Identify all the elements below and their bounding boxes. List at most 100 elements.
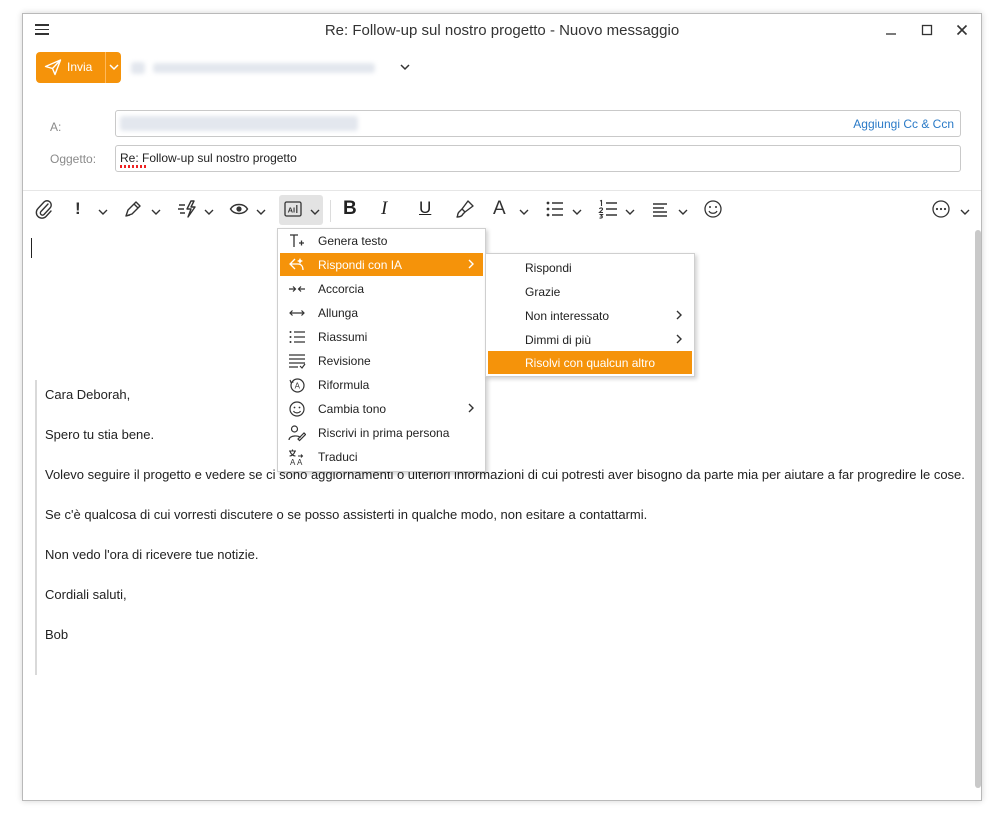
bold-icon: B: [343, 198, 357, 219]
first-person-icon: [288, 425, 306, 442]
to-field[interactable]: Aggiungi Cc & Ccn: [115, 110, 961, 137]
submenu-item-resolve-with-someone-else[interactable]: Risolvi con qualcun altro: [488, 351, 692, 374]
reply-ai-icon: [289, 258, 304, 271]
read-receipt-dropdown[interactable]: [256, 204, 266, 219]
signature-dropdown[interactable]: [151, 204, 161, 219]
signature-button[interactable]: [123, 199, 143, 221]
chevron-right-icon: [676, 334, 682, 344]
priority-icon: !: [75, 199, 81, 218]
add-cc-bcc-link[interactable]: Aggiungi Cc & Ccn: [853, 117, 954, 131]
quick-parts-dropdown[interactable]: [204, 204, 214, 219]
send-button-group: Invia: [36, 52, 121, 83]
text-caret: [31, 238, 32, 258]
menu-item-first-person[interactable]: Riscrivi in prima persona: [280, 421, 483, 444]
align-button[interactable]: [651, 199, 671, 221]
title-bar: Re: Follow-up sul nostro progetto - Nuov…: [23, 14, 981, 46]
menu-item-lengthen[interactable]: Allunga: [280, 301, 483, 324]
bullets-icon: [546, 201, 563, 217]
reply-ai-submenu: Rispondi Grazie Non interessato Dimmi di…: [485, 253, 695, 377]
toolbar-separator: [330, 200, 331, 222]
chevron-down-icon: [109, 64, 119, 71]
minimize-button[interactable]: [876, 18, 906, 42]
more-options-dropdown[interactable]: [960, 204, 970, 219]
pen-icon: [125, 201, 141, 217]
chevron-down-icon: [572, 209, 582, 215]
submenu-item-thanks[interactable]: Grazie: [488, 280, 692, 303]
subject-field[interactable]: Re: Follow-up sul nostro progetto: [115, 145, 961, 172]
chevron-down-icon: [310, 209, 320, 215]
priority-button[interactable]: !: [75, 199, 81, 221]
body-paragraph: Se c'è qualcosa di cui vorresti discuter…: [45, 507, 648, 522]
font-button[interactable]: A: [493, 198, 506, 220]
body-paragraph: Non vedo l'ora di ricevere tue notizie.: [45, 547, 259, 562]
send-options-dropdown[interactable]: [105, 52, 122, 83]
more-options-button[interactable]: [931, 199, 951, 221]
submenu-item-not-interested[interactable]: Non interessato: [488, 304, 692, 327]
read-receipt-button[interactable]: [229, 199, 249, 221]
menu-item-translate[interactable]: AA Traduci: [280, 445, 483, 468]
ai-assistant-button[interactable]: AI: [283, 199, 303, 221]
submenu-item-reply[interactable]: Rispondi: [488, 256, 692, 279]
send-button[interactable]: Invia: [36, 52, 105, 83]
numbered-list-button[interactable]: [598, 199, 618, 221]
brush-icon: [456, 200, 474, 218]
svg-text:A: A: [297, 458, 303, 466]
font-dropdown[interactable]: [519, 204, 529, 219]
chevron-down-icon: [256, 209, 266, 215]
svg-text:A: A: [295, 382, 301, 391]
menu-item-review[interactable]: Revisione: [280, 349, 483, 372]
body-paragraph: Bob: [45, 627, 69, 642]
maximize-button[interactable]: [912, 18, 942, 42]
underline-icon: U: [419, 198, 432, 217]
submenu-item-tell-me-more[interactable]: Dimmi di più: [488, 328, 692, 351]
svg-text:AI: AI: [288, 206, 296, 215]
emoji-button[interactable]: [703, 199, 723, 221]
quick-parts-button[interactable]: [176, 199, 198, 221]
bullet-list-dropdown[interactable]: [572, 204, 582, 219]
chevron-right-icon: [468, 403, 474, 413]
chevron-down-icon: [678, 209, 688, 215]
close-button[interactable]: [947, 18, 977, 42]
menu-item-summarize[interactable]: Riassumi: [280, 325, 483, 348]
format-painter-button[interactable]: [455, 199, 475, 221]
ai-menu: Genera testo Rispondi con IA Accorcia Al…: [277, 228, 486, 472]
underline-button[interactable]: U: [419, 198, 431, 220]
menu-item-change-tone[interactable]: Cambia tono: [280, 397, 483, 420]
priority-dropdown[interactable]: [98, 204, 108, 219]
body-paragraph: Volevo seguire il progetto e vedere se c…: [45, 467, 965, 482]
vertical-scrollbar[interactable]: [975, 230, 981, 788]
svg-text:A: A: [290, 458, 296, 466]
chevron-down-icon: [98, 209, 108, 215]
sender-dropdown[interactable]: [399, 61, 411, 76]
ai-assistant-dropdown[interactable]: [310, 204, 320, 219]
body-paragraph: Spero tu stia bene.: [45, 427, 155, 442]
formatting-toolbar: ! AI B I U A: [23, 190, 981, 229]
chevron-down-icon: [625, 209, 635, 215]
menu-item-rephrase[interactable]: A Riformula: [280, 373, 483, 396]
body-paragraph: Cordiali saluti,: [45, 587, 127, 602]
italic-button[interactable]: I: [381, 198, 387, 220]
emoji-icon: [704, 200, 722, 218]
menu-item-shorten[interactable]: Accorcia: [280, 277, 483, 300]
menu-item-generate-text[interactable]: Genera testo: [280, 229, 483, 252]
lightning-icon: [178, 200, 196, 218]
review-icon: [289, 354, 306, 369]
align-icon: [653, 203, 667, 217]
send-label: Invia: [67, 60, 93, 74]
lengthen-icon: [289, 310, 305, 316]
recipient-chip: [120, 116, 358, 131]
summarize-icon: [289, 331, 305, 343]
bullet-list-button[interactable]: [545, 199, 565, 221]
align-dropdown[interactable]: [678, 204, 688, 219]
italic-icon: I: [381, 198, 388, 219]
bold-button[interactable]: B: [343, 198, 357, 220]
attach-button[interactable]: [35, 199, 53, 221]
sender-account[interactable]: [131, 59, 381, 77]
ai-icon: AI: [284, 201, 302, 217]
to-label: A:: [50, 120, 62, 134]
maximize-icon: [921, 24, 933, 36]
more-icon: [932, 200, 950, 218]
shorten-icon: [289, 286, 305, 292]
menu-item-reply-with-ai[interactable]: Rispondi con IA: [280, 253, 483, 276]
numbered-list-dropdown[interactable]: [625, 204, 635, 219]
